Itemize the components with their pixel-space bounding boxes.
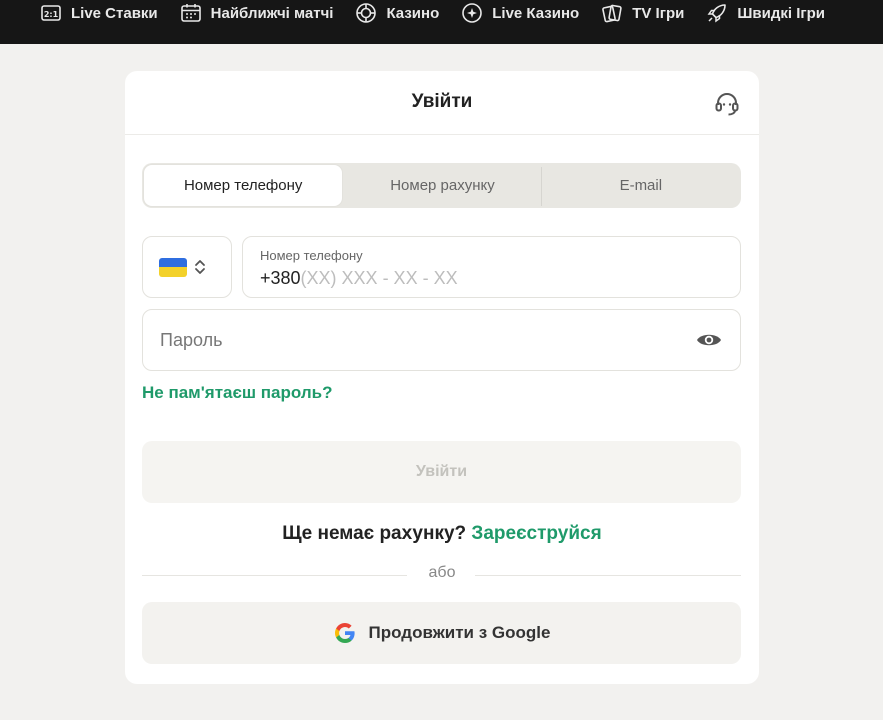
nav-item-casino[interactable]: Казино: [355, 0, 439, 26]
live-casino-icon: [461, 2, 483, 24]
nav-item-label: Найближчі матчі: [210, 4, 334, 22]
login-card-header: Увійти: [125, 71, 759, 135]
support-headset-icon[interactable]: [713, 90, 741, 118]
nav-item-label: Live Ставки: [71, 4, 158, 22]
live-bets-icon: 2:1: [40, 2, 62, 24]
nav-item-fast-games[interactable]: Швидкі Ігри: [706, 0, 825, 26]
eye-icon[interactable]: [695, 328, 723, 352]
register-prompt: Ще немає рахунку? Зареєструйся: [125, 523, 759, 545]
tab-label: Номер рахунку: [390, 177, 495, 194]
phone-input-value: +380(XX) XXX - XX - XX: [260, 268, 458, 289]
tab-phone-number[interactable]: Номер телефону: [143, 164, 344, 207]
tab-account-number[interactable]: Номер рахунку: [343, 164, 542, 207]
country-code-select[interactable]: [142, 236, 232, 298]
nav-item-upcoming-matches[interactable]: Найближчі матчі: [180, 0, 334, 26]
rocket-icon: [706, 2, 728, 24]
casino-chip-icon: [355, 2, 377, 24]
tab-email[interactable]: E-mail: [542, 164, 740, 207]
top-nav: 2:1 Live Ставки Найближчі матчі Казино L…: [0, 0, 883, 44]
nav-item-label: Live Казино: [492, 4, 580, 22]
divider-right: [475, 575, 741, 576]
login-submit-button[interactable]: Увійти: [142, 441, 741, 503]
ukraine-flag-icon: [159, 257, 187, 277]
nav-item-label: TV Ігри: [632, 4, 685, 22]
cards-icon: [601, 2, 623, 24]
svg-text:2:1: 2:1: [44, 10, 59, 19]
tab-label: E-mail: [619, 177, 663, 194]
register-link[interactable]: Зареєструйся: [471, 523, 601, 544]
phone-input-label: Номер телефону: [260, 248, 363, 263]
calendar-icon: [180, 2, 202, 24]
password-input[interactable]: Пароль: [142, 309, 741, 371]
phone-input[interactable]: Номер телефону +380(XX) XXX - XX - XX: [242, 236, 741, 298]
nav-item-label: Казино: [386, 4, 440, 22]
chevron-up-down-icon: [193, 257, 207, 277]
nav-item-live-casino[interactable]: Live Казино: [461, 0, 579, 26]
forgot-password-link[interactable]: Не пам'ятаєш пароль?: [142, 383, 332, 403]
login-method-tabs: Номер телефону Номер рахунку E-mail: [142, 163, 741, 208]
google-login-label: Продовжити з Google: [368, 623, 551, 642]
password-placeholder: Пароль: [160, 330, 223, 350]
nav-item-label: Швидкі Ігри: [737, 4, 826, 22]
google-icon: [333, 621, 357, 645]
register-prompt-text: Ще немає рахунку?: [282, 523, 467, 544]
google-login-button[interactable]: Продовжити з Google: [142, 602, 741, 664]
divider-text: або: [428, 564, 456, 581]
login-title: Увійти: [411, 91, 473, 112]
tab-label: Номер телефону: [183, 177, 303, 194]
login-card: Увійти Номер телефону Номер рахунку E-ma…: [125, 71, 759, 684]
phone-mask: (XX) XXX - XX - XX: [300, 268, 458, 288]
phone-prefix: +380: [260, 268, 301, 288]
nav-item-tv-games[interactable]: TV Ігри: [601, 0, 684, 26]
nav-item-live-bets[interactable]: 2:1 Live Ставки: [40, 0, 158, 26]
